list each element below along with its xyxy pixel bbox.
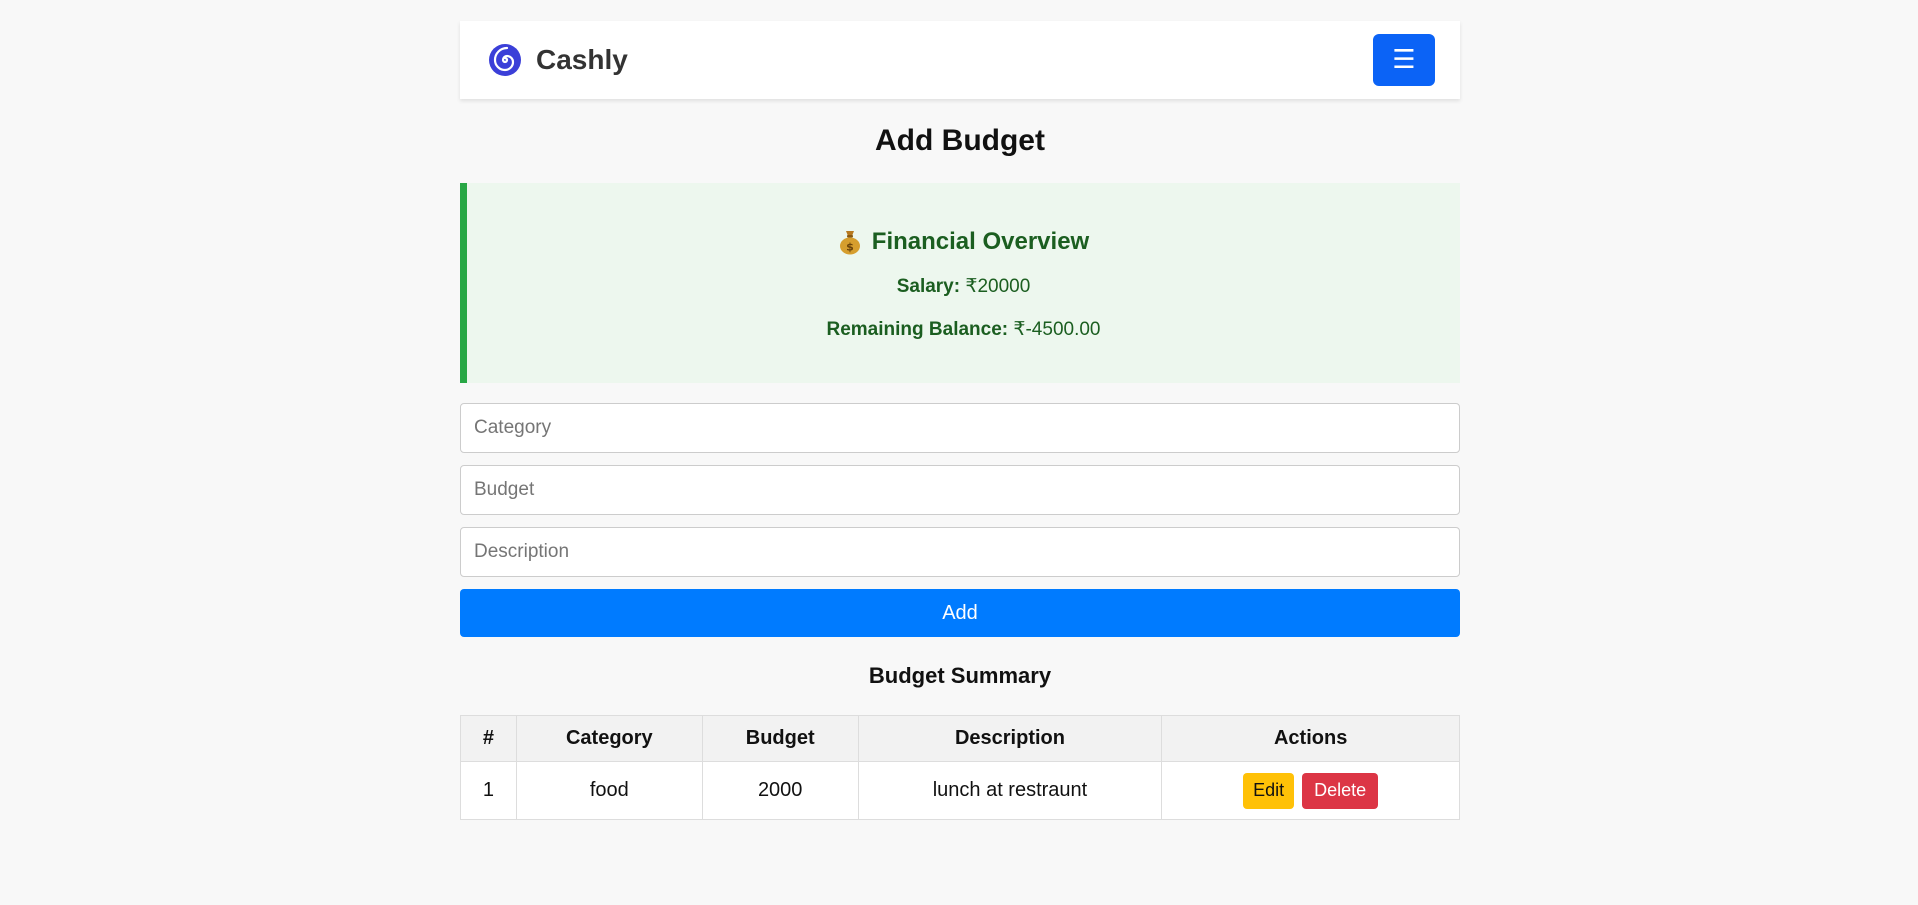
budget-summary-title: Budget Summary [868,663,1052,688]
money-bag-icon: $ [839,231,860,255]
category-input[interactable] [460,403,1460,453]
description-input[interactable] [460,527,1460,577]
remaining-balance-label: Remaining Balance: [826,319,1009,340]
brand[interactable]: Cashly [488,43,628,77]
budget-summary-table: # Category Budget Description Actions 1 … [460,715,1460,820]
row-category: food [515,761,703,820]
budget-input[interactable] [460,465,1460,515]
page-title: Add Budget [875,124,1045,157]
column-header-budget: Budget [701,715,859,762]
hamburger-menu-icon[interactable]: ☰ [1373,34,1435,86]
salary-value: ₹20000 [965,276,1031,297]
column-header-index: # [460,715,517,762]
row-budget: 2000 [701,761,859,820]
delete-button[interactable]: Delete [1302,772,1379,809]
spiral-logo-icon [489,44,521,76]
remaining-balance-row: Remaining Balance: ₹-4500.00 [467,318,1460,342]
salary-label: Salary: [896,276,961,297]
svg-text:$: $ [846,241,854,254]
column-header-actions: Actions [1161,715,1460,762]
overview-title-row: $ Financial Overview [467,227,1460,257]
column-header-category: Category [515,715,703,762]
add-button[interactable]: Add [460,589,1460,637]
navbar: Cashly ☰ [460,21,1460,99]
remaining-balance-value: ₹-4500.00 [1013,319,1101,340]
brand-name: Cashly [536,44,628,75]
app-container: Cashly ☰ Add Budget $ Financial Overview… [460,21,1460,820]
add-budget-form: Add [460,403,1460,637]
overview-title: Financial Overview [871,228,1090,255]
financial-overview-card: $ Financial Overview Salary: ₹20000 Rema… [460,183,1460,383]
table-row: 1 food 2000 lunch at restraunt Edit Delet… [460,761,1460,820]
salary-row: Salary: ₹20000 [467,275,1460,299]
row-actions: Edit Delete [1161,761,1460,820]
row-index: 1 [460,761,517,820]
row-description: lunch at restraunt [857,761,1163,820]
edit-button[interactable]: Edit [1243,772,1295,809]
column-header-description: Description [857,715,1163,762]
table-header-row: # Category Budget Description Actions [460,715,1460,762]
